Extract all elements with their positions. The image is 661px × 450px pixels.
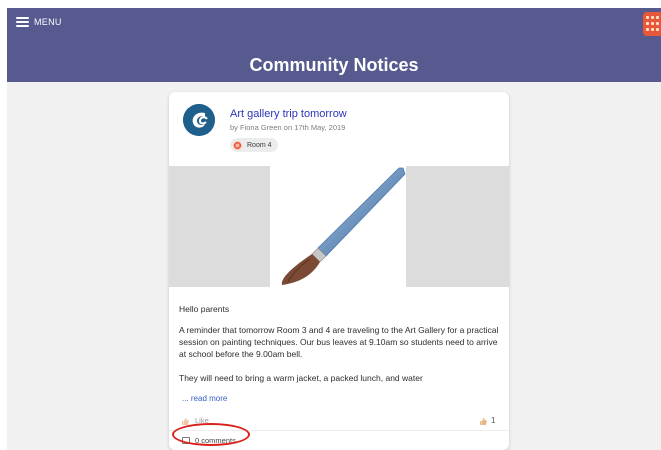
comment-icon (182, 437, 190, 444)
hamburger-icon (16, 17, 29, 27)
card-divider (169, 430, 509, 431)
menu-button[interactable]: MENU (16, 17, 62, 27)
post-greeting: Hello parents (179, 304, 230, 314)
like-button[interactable]: Like (181, 416, 209, 425)
read-more-link[interactable]: ... read more (182, 394, 227, 403)
screenshot-page: MENU Community Notices Art gallery trip … (0, 0, 661, 450)
image-letterbox-left (169, 166, 270, 287)
post-image-area (169, 166, 509, 287)
app-viewport: MENU Community Notices Art gallery trip … (7, 8, 661, 450)
thumb-up-count-icon (480, 417, 487, 425)
like-label: Like (195, 416, 209, 425)
comments-label: 0 comments (195, 436, 236, 445)
post-title-link[interactable]: Art gallery trip tomorrow (230, 107, 347, 121)
app-grid-icon[interactable] (643, 12, 661, 36)
page-title: Community Notices (249, 55, 419, 75)
school-logo-avatar (183, 104, 215, 136)
notice-card: Art gallery trip tomorrow by Fiona Green… (169, 92, 509, 450)
room-icon (233, 140, 242, 150)
comments-button[interactable]: 0 comments (182, 436, 236, 445)
menu-label: MENU (34, 17, 62, 27)
like-count-value: 1 (491, 416, 496, 425)
image-letterbox-right (406, 166, 509, 287)
app-header: MENU Community Notices (7, 8, 661, 82)
post-byline: by Fiona Green on 17th May, 2019 (230, 123, 346, 132)
thumb-up-icon (182, 417, 189, 425)
post-paragraph-2: They will need to bring a warm jacket, a… (179, 373, 423, 383)
room-tag-label: Room 4 (247, 141, 272, 149)
paintbrush-image (270, 166, 406, 287)
room-tag-chip[interactable]: Room 4 (230, 138, 278, 152)
like-count: 1 (479, 416, 495, 425)
post-paragraph-1: A reminder that tomorrow Room 3 and 4 ar… (179, 325, 499, 359)
